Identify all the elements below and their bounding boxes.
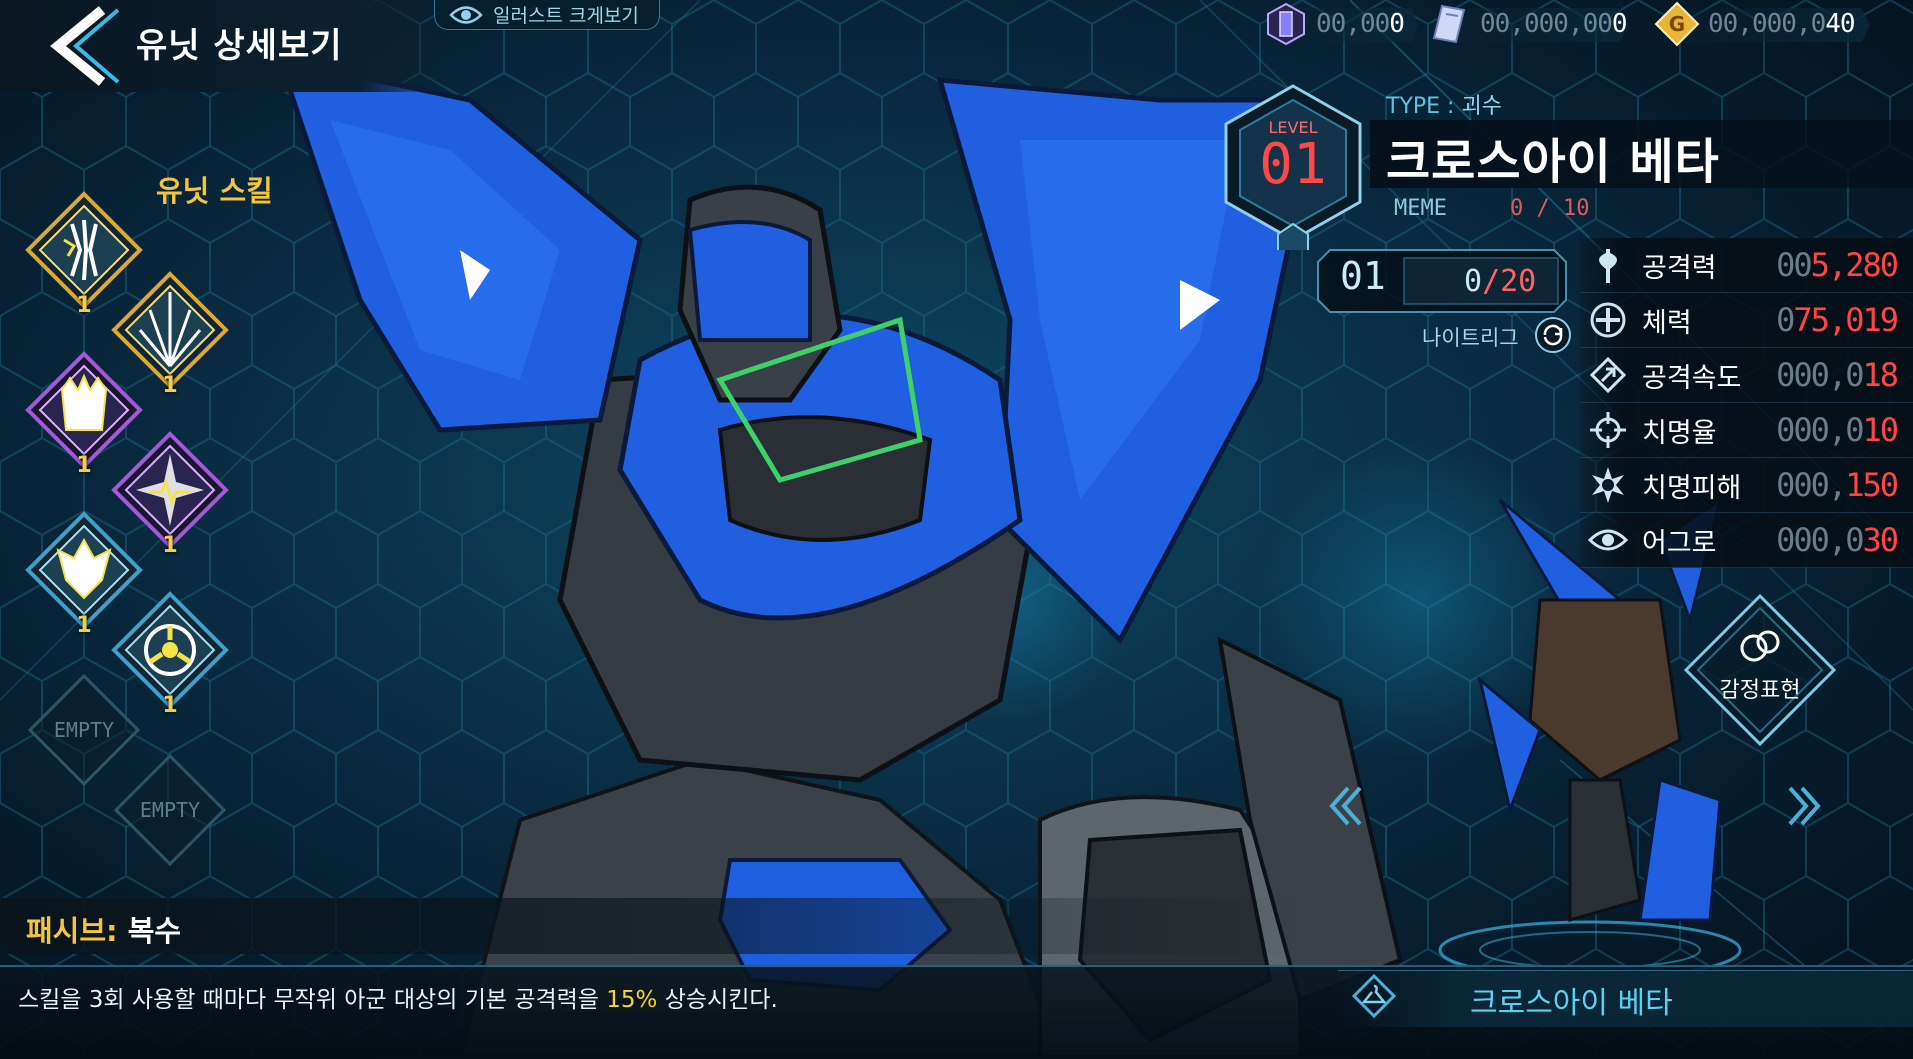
unit-type-label: TYPE : — [1386, 94, 1455, 119]
chevron-left-icon[interactable] — [1328, 784, 1364, 828]
meme-max: 10 — [1563, 196, 1590, 221]
stat-row-aggro: 어그로 000,030 — [1580, 513, 1913, 568]
gem-crystal-icon — [1267, 2, 1305, 46]
passive-title: 패시브: 복수 — [26, 908, 181, 950]
stat-row-attack: 공격력 005,280 — [1580, 238, 1913, 293]
league-name: 나이트리그 — [1422, 326, 1519, 350]
stats-panel: 공격력 005,280 체력 075,019 공격속도 000,018 치명율 … — [1580, 238, 1913, 568]
stat-value: 005,280 — [1776, 246, 1899, 284]
shield-cross-icon — [1590, 302, 1626, 338]
stat-value: 000,030 — [1776, 521, 1899, 559]
crosshair-icon — [1590, 412, 1626, 448]
bottom-unit-name: 크로스아이 베타 — [1470, 986, 1673, 1021]
stat-label: 어그로 — [1642, 527, 1717, 559]
svg-text:G: G — [1669, 12, 1685, 36]
hanger-icon[interactable] — [1352, 974, 1396, 1018]
page-title: 유닛 상세보기 — [136, 26, 343, 66]
stat-label: 체력 — [1642, 307, 1692, 339]
stat-value-main: 18 — [1862, 356, 1899, 394]
stat-value: 075,019 — [1776, 301, 1899, 339]
passive-bar — [0, 898, 1300, 954]
stat-value-dim: 000, — [1776, 466, 1847, 504]
chevron-right-icon[interactable] — [1786, 784, 1822, 828]
stat-row-crit-rate: 치명율 000,010 — [1580, 403, 1913, 458]
illust-view-label: 일러스트 크게보기 — [493, 5, 639, 27]
stat-label: 공격속도 — [1642, 362, 1742, 394]
emote-button[interactable] — [1680, 590, 1840, 750]
empty-slot-label: EMPTY — [139, 798, 201, 822]
stat-row-attack-speed: 공격속도 000,018 — [1580, 348, 1913, 403]
league-max: 20 — [1500, 264, 1537, 299]
currency-ticket[interactable]: 00,000,000 — [1428, 4, 1628, 44]
stat-value-main: 150 — [1845, 466, 1899, 504]
empty-skill-slot[interactable]: EMPTY — [110, 750, 230, 870]
meme-value: 0 / 10 — [1510, 196, 1590, 221]
stat-value-main: 30 — [1862, 521, 1899, 559]
passive-desc-text-end: 상승시킨다. — [657, 987, 778, 1013]
currency-gem-dim: 00,00 — [1316, 9, 1390, 39]
speed-arrow-icon — [1589, 356, 1627, 394]
stat-value-dim: 000,0 — [1776, 521, 1864, 559]
stat-label: 치명율 — [1642, 417, 1717, 449]
stat-value-dim: 000,0 — [1776, 411, 1864, 449]
ticket-icon — [1432, 4, 1466, 44]
passive-label: 패시브: — [26, 914, 118, 948]
stat-value-dim: 0 — [1776, 301, 1795, 339]
currency-gold[interactable]: G 00,000,040 — [1654, 1, 1856, 47]
eye-icon — [449, 5, 483, 24]
currency-gem[interactable]: 00,000 — [1264, 2, 1405, 46]
league-progress: 0/20 — [1464, 264, 1537, 299]
stat-row-crit-damage: 치명피해 000,150 — [1580, 458, 1913, 513]
emote-label: 감정표현 — [1719, 678, 1801, 703]
currency-gold-dim: 00,000,0 — [1708, 9, 1826, 39]
back-arrow-icon[interactable] — [46, 6, 126, 86]
level-value: 01 — [1259, 132, 1327, 197]
burst-icon — [1592, 467, 1624, 503]
meme-label: MEME — [1394, 196, 1447, 221]
stat-value-dim: 00 — [1776, 246, 1813, 284]
stat-value-dim: 000,0 — [1776, 356, 1864, 394]
refresh-icon[interactable] — [1534, 316, 1572, 354]
unit-type-value: 괴수 — [1461, 94, 1502, 119]
stat-row-hp: 체력 075,019 — [1580, 293, 1913, 348]
stat-label: 공격력 — [1642, 252, 1717, 284]
eye-icon — [1588, 529, 1628, 551]
currency-gold-value: 40 — [1825, 9, 1855, 39]
stat-value-main: 5,280 — [1810, 246, 1899, 284]
currency-ticket-value: 0 — [1611, 9, 1628, 39]
league-current: 0 — [1464, 264, 1483, 299]
axe-icon — [1599, 249, 1617, 283]
stat-value: 000,150 — [1776, 466, 1899, 504]
stat-label: 치명피해 — [1642, 472, 1742, 504]
unit-name: 크로스아이 베타 — [1386, 134, 1720, 190]
unit-type: TYPE : 괴수 — [1386, 88, 1502, 120]
passive-desc-highlight: 15% — [606, 987, 658, 1013]
currency-ticket-dim: 00,000,00 — [1480, 9, 1613, 39]
stat-value-main: 75,019 — [1793, 301, 1899, 339]
stat-value: 000,010 — [1776, 411, 1899, 449]
stat-value-main: 10 — [1862, 411, 1899, 449]
passive-desc-text: 스킬을 3회 사용할 때마다 무작위 아군 대상의 기본 공격력을 — [18, 987, 607, 1013]
meme-current: 0 — [1510, 196, 1524, 221]
currency-gem-value: 0 — [1389, 9, 1405, 39]
illust-view-button[interactable]: 일러스트 크게보기 — [434, 0, 660, 30]
skills-title: 유닛 스킬 — [156, 174, 273, 208]
gold-coin-icon: G — [1654, 1, 1700, 47]
empty-slot-label: EMPTY — [53, 718, 115, 742]
league-rank: 01 — [1340, 254, 1386, 298]
stat-value: 000,018 — [1776, 356, 1899, 394]
passive-description: 스킬을 3회 사용할 때마다 무작위 아군 대상의 기본 공격력을 15% 상승… — [18, 980, 778, 1014]
passive-name: 복수 — [127, 914, 182, 948]
